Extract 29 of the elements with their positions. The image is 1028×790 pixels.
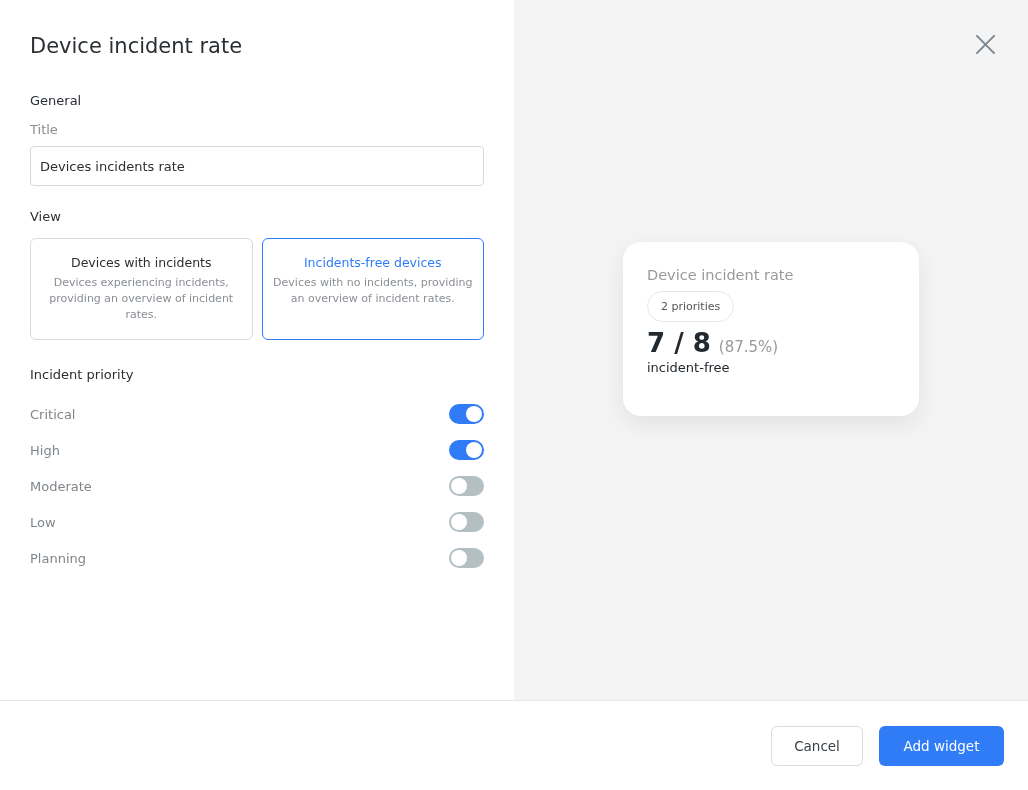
priority-label: High xyxy=(30,442,60,458)
priority-label: Moderate xyxy=(30,478,92,494)
percent-value: (87.5%) xyxy=(718,338,779,356)
title-input-field[interactable]: Devices incidents rate xyxy=(30,146,484,186)
option-description: Devices with no incidents, providing an overview of incident rates. xyxy=(272,275,474,307)
view-option-card[interactable]: Incidents-free devices Devices with no incidents, providing an overview of incident rates. xyxy=(261,238,484,340)
add-widget-button[interactable]: Add widget xyxy=(879,725,1004,766)
priority-label: Critical xyxy=(30,406,76,422)
section-heading: View xyxy=(30,208,62,226)
toggle-switch[interactable] xyxy=(449,440,484,460)
close-icon[interactable] xyxy=(976,35,995,54)
count-value: 7 / 8 xyxy=(647,328,711,358)
widget-title: Device incident rate xyxy=(647,267,795,283)
section-heading: General xyxy=(30,92,83,110)
option-description: Devices experiencing incidents, providing an overview of incident rates. xyxy=(48,275,235,323)
dialog-title: Device incident rate xyxy=(30,33,244,60)
option-title: Devices with incidents xyxy=(70,255,213,270)
view-option-card[interactable]: Devices with incidents Devices experiencing incidents, providing an overview of incident rates. xyxy=(30,238,253,340)
priority-label: Low xyxy=(30,514,56,530)
widget-caption: incident-free xyxy=(647,360,731,375)
priority-label: Planning xyxy=(30,550,86,566)
cancel-button[interactable]: Cancel xyxy=(771,725,863,766)
field-label: Title xyxy=(30,122,59,137)
section-heading: Incident priority xyxy=(30,366,135,384)
toggle-switch[interactable] xyxy=(449,404,484,424)
option-title: Incidents-free devices xyxy=(302,255,443,270)
toggle-switch[interactable] xyxy=(449,548,484,568)
toggle-switch[interactable] xyxy=(449,512,484,532)
toggle-switch[interactable] xyxy=(449,476,484,496)
